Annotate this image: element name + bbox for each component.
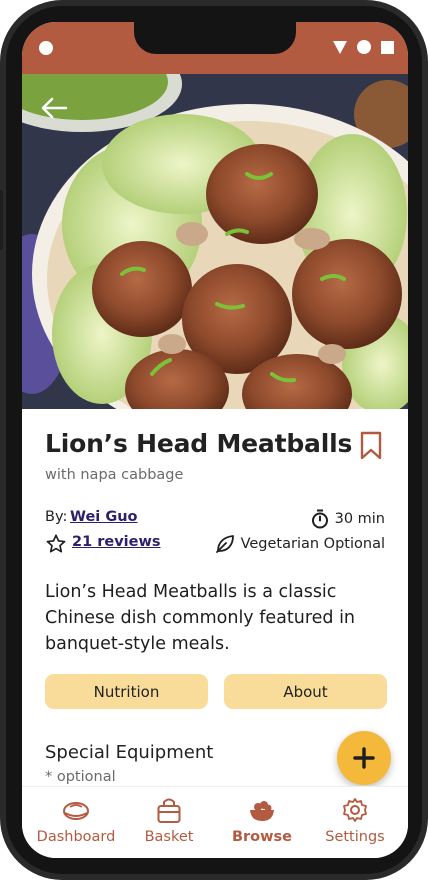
author-link[interactable]: Wei Guo [70, 509, 138, 525]
status-circle-icon [357, 40, 371, 54]
nav-basket[interactable]: Basket [121, 795, 217, 855]
reviews-link[interactable]: 21 reviews [72, 534, 161, 550]
recipe-subtitle: with napa cabbage [45, 467, 184, 483]
dashboard-icon [63, 802, 89, 820]
equipment-title: Special Equipment [45, 742, 214, 763]
nav-label-dashboard: Dashboard [36, 829, 116, 845]
bookmark-icon[interactable] [359, 431, 383, 461]
by-label: By: [45, 509, 68, 525]
nav-browse[interactable]: Browse [214, 795, 310, 855]
phone-frame: Lion’s Head Meatballs with napa cabbage … [0, 0, 428, 880]
basket-icon [157, 798, 181, 823]
nav-label-basket: Basket [144, 829, 194, 845]
recipe-description: Lion’s Head Meatballs is a classic Chine… [45, 582, 356, 654]
cook-time-value: 30 min [334, 511, 385, 527]
status-square-icon [381, 40, 394, 54]
recipe-title: Lion’s Head Meatballs [45, 429, 353, 458]
meatballs-photo [22, 74, 408, 409]
side-button [0, 190, 3, 250]
nav-label-settings: Settings [325, 829, 385, 845]
signal-icon [333, 40, 347, 54]
nav-settings[interactable]: Settings [307, 795, 403, 855]
status-icons [333, 40, 394, 54]
notch [134, 22, 296, 54]
nav-label-browse: Browse [231, 829, 293, 845]
add-fab-button[interactable] [337, 731, 391, 785]
app-screen: Lion’s Head Meatballs with napa cabbage … [22, 22, 408, 858]
plus-icon [353, 747, 375, 769]
author-row: By: Wei Guo 30 min [45, 509, 385, 531]
nav-dashboard[interactable]: Dashboard [28, 795, 124, 855]
back-arrow-icon[interactable] [38, 92, 70, 124]
diet-info: Vegetarian Optional [215, 534, 385, 554]
recipe-hero-image [22, 74, 408, 409]
camera-dot-icon [39, 41, 53, 55]
gear-icon [343, 798, 367, 822]
browse-bowl-icon [250, 801, 274, 821]
bottom-nav: Dashboard Basket Browse Settings [22, 786, 408, 858]
reviews-row: 21 reviews Vegetarian Optional [45, 534, 385, 556]
nutrition-button[interactable]: Nutrition [45, 674, 208, 709]
diet-label: Vegetarian Optional [240, 536, 385, 552]
leaf-icon [215, 535, 234, 553]
timer-icon [311, 509, 328, 529]
about-button[interactable]: About [224, 674, 387, 709]
equipment-subtitle: * optional [45, 769, 116, 785]
star-icon[interactable] [45, 533, 67, 555]
status-bar [22, 22, 408, 74]
cook-time: 30 min [311, 509, 385, 529]
